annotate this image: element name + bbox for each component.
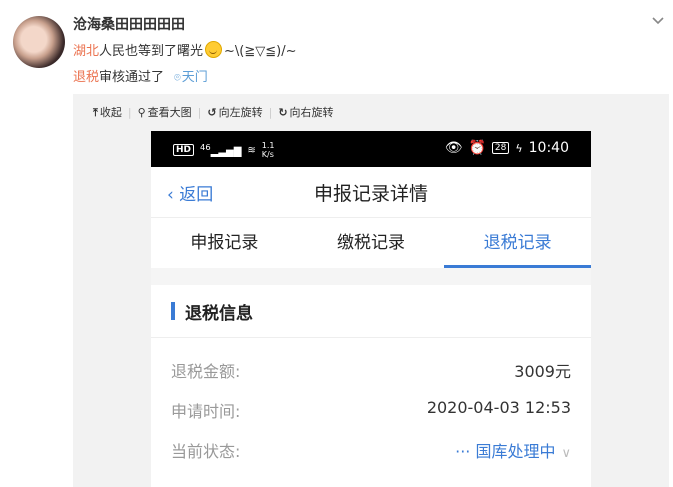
- search-icon: ⚲: [137, 106, 146, 119]
- net-speed-unit: K/s: [261, 150, 274, 159]
- status-value[interactable]: ··· 国库处理中 ∨: [455, 438, 571, 462]
- row-label: 当前状态:: [171, 442, 241, 461]
- media-toolbar: ⤒ 收起 | ⚲ 查看大图 | ↺ 向左旋转 | ↻ 向右旋转: [93, 104, 334, 120]
- rotate-left-icon: ↺: [207, 106, 217, 119]
- section-header: 退税信息: [151, 285, 591, 338]
- post-text-line2: 退税审核通过了 ⌾天门: [73, 66, 208, 85]
- collapse-icon: ⤒: [93, 106, 98, 119]
- view-large-button[interactable]: ⚲ 查看大图: [138, 104, 192, 120]
- post-text-2: 审核通过了: [99, 70, 165, 85]
- collapse-button[interactable]: ⤒ 收起: [93, 104, 122, 120]
- username[interactable]: 沧海桑田田田田田: [73, 14, 185, 34]
- net-speed: 1.1 K/s: [262, 141, 275, 159]
- collapse-label: 收起: [99, 106, 122, 119]
- row-label: 申请时间:: [171, 402, 241, 421]
- net-speed-value: 1.1: [261, 141, 275, 150]
- info-row-status[interactable]: 当前状态: ··· 国库处理中 ∨: [151, 428, 591, 468]
- hd-badge: HD: [173, 144, 195, 156]
- wifi-icon: ≋: [247, 144, 256, 156]
- media-viewer: ⤒ 收起 | ⚲ 查看大图 | ↺ 向左旋转 | ↻ 向右旋转 HD 46▂▃▅▇ ≋ 1.1 K/s…: [73, 94, 669, 487]
- chevron-down-icon: ∨: [561, 446, 571, 461]
- network-label: 46: [200, 142, 211, 153]
- chevron-down-icon[interactable]: [651, 14, 665, 28]
- avatar[interactable]: [13, 16, 65, 68]
- refund-info-card: 退税信息 退税金额: 3009元 申请时间: 2020-04-03 12:53 …: [151, 285, 591, 487]
- post-image-screenshot[interactable]: HD 46▂▃▅▇ ≋ 1.1 K/s 👁 ⏰ 28 ϟ 10:40 ‹ 返回 申…: [151, 131, 591, 487]
- row-value: 2020-04-03 12:53: [426, 398, 571, 417]
- location-pin-icon: ⌾: [174, 71, 181, 84]
- rotate-right-button[interactable]: ↻ 向右旋转: [278, 104, 333, 120]
- tab-refund-records[interactable]: 退税记录: [444, 218, 591, 268]
- location-label: 天门: [181, 70, 208, 85]
- rotate-left-button[interactable]: ↺ 向左旋转: [207, 104, 262, 120]
- info-rows: 退税金额: 3009元 申请时间: 2020-04-03 12:53 当前状态:…: [151, 338, 591, 468]
- status-right: 👁 ⏰ 28 ϟ 10:40: [445, 140, 569, 156]
- clock-time: 10:40: [528, 140, 569, 156]
- smile-emoji-icon: [205, 41, 223, 58]
- rotate-right-icon: ↻: [278, 106, 288, 119]
- signal-icon: 46▂▃▅▇: [200, 142, 242, 158]
- rotate-left-label: 向左旋转: [218, 106, 263, 119]
- alarm-icon: ⏰: [468, 140, 486, 156]
- charging-icon: ϟ: [515, 141, 523, 155]
- battery-icon: 28: [491, 142, 510, 154]
- info-row-apply-time: 申请时间: 2020-04-03 12:53: [151, 388, 591, 428]
- tab-payment-records[interactable]: 缴税记录: [298, 218, 445, 268]
- topic-link-tuishui[interactable]: 退税: [73, 70, 99, 85]
- row-value: 3009元: [514, 362, 571, 381]
- post-text: 人民也等到了曙光: [99, 44, 204, 59]
- kaomoji-text: ~\(≧▽≦)/~: [224, 44, 297, 59]
- page-title: 申报记录详情: [313, 183, 428, 205]
- tab-declare-records[interactable]: 申报记录: [151, 218, 298, 268]
- row-label: 退税金额:: [171, 362, 241, 381]
- record-tabs: 申报记录 缴税记录 退税记录: [151, 218, 591, 268]
- ellipsis-icon: ···: [455, 442, 476, 461]
- section-title: 退税信息: [185, 304, 253, 324]
- section-accent-bar: [171, 302, 175, 320]
- post-text-line1: 湖北人民也等到了曙光 ~\(≧▽≦)/~: [73, 40, 297, 59]
- rotate-right-label: 向右旋转: [289, 106, 334, 119]
- eye-icon: 👁: [444, 140, 463, 156]
- topic-link-hubei[interactable]: 湖北: [73, 44, 99, 59]
- phone-status-bar: HD 46▂▃▅▇ ≋ 1.1 K/s 👁 ⏰ 28 ϟ 10:40: [151, 131, 591, 167]
- location-link[interactable]: ⌾天门: [174, 70, 208, 85]
- view-large-label: 查看大图: [147, 106, 192, 119]
- status-left: HD 46▂▃▅▇ ≋ 1.1 K/s: [173, 141, 275, 159]
- app-nav-bar: ‹ 返回 申报记录详情: [151, 167, 591, 218]
- info-row-amount: 退税金额: 3009元: [151, 348, 591, 388]
- status-text: 国库处理中: [475, 442, 556, 461]
